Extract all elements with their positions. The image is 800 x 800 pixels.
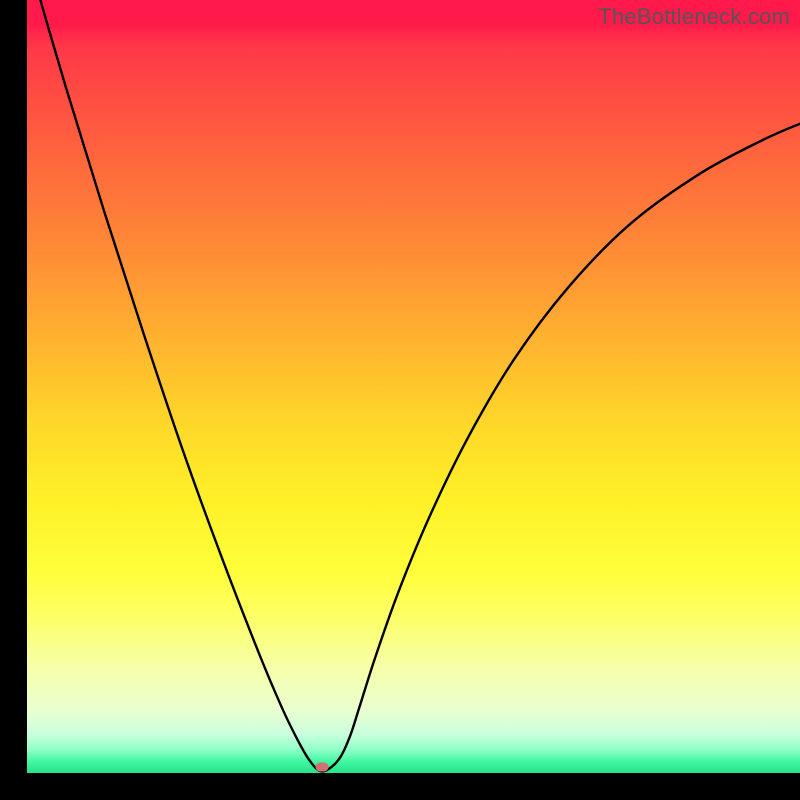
chart-frame: TheBottleneck.com [0, 0, 800, 800]
bottleneck-curve [27, 0, 800, 773]
plot-area [27, 0, 800, 773]
watermark-text: TheBottleneck.com [598, 4, 790, 30]
optimal-point-marker [315, 762, 328, 771]
